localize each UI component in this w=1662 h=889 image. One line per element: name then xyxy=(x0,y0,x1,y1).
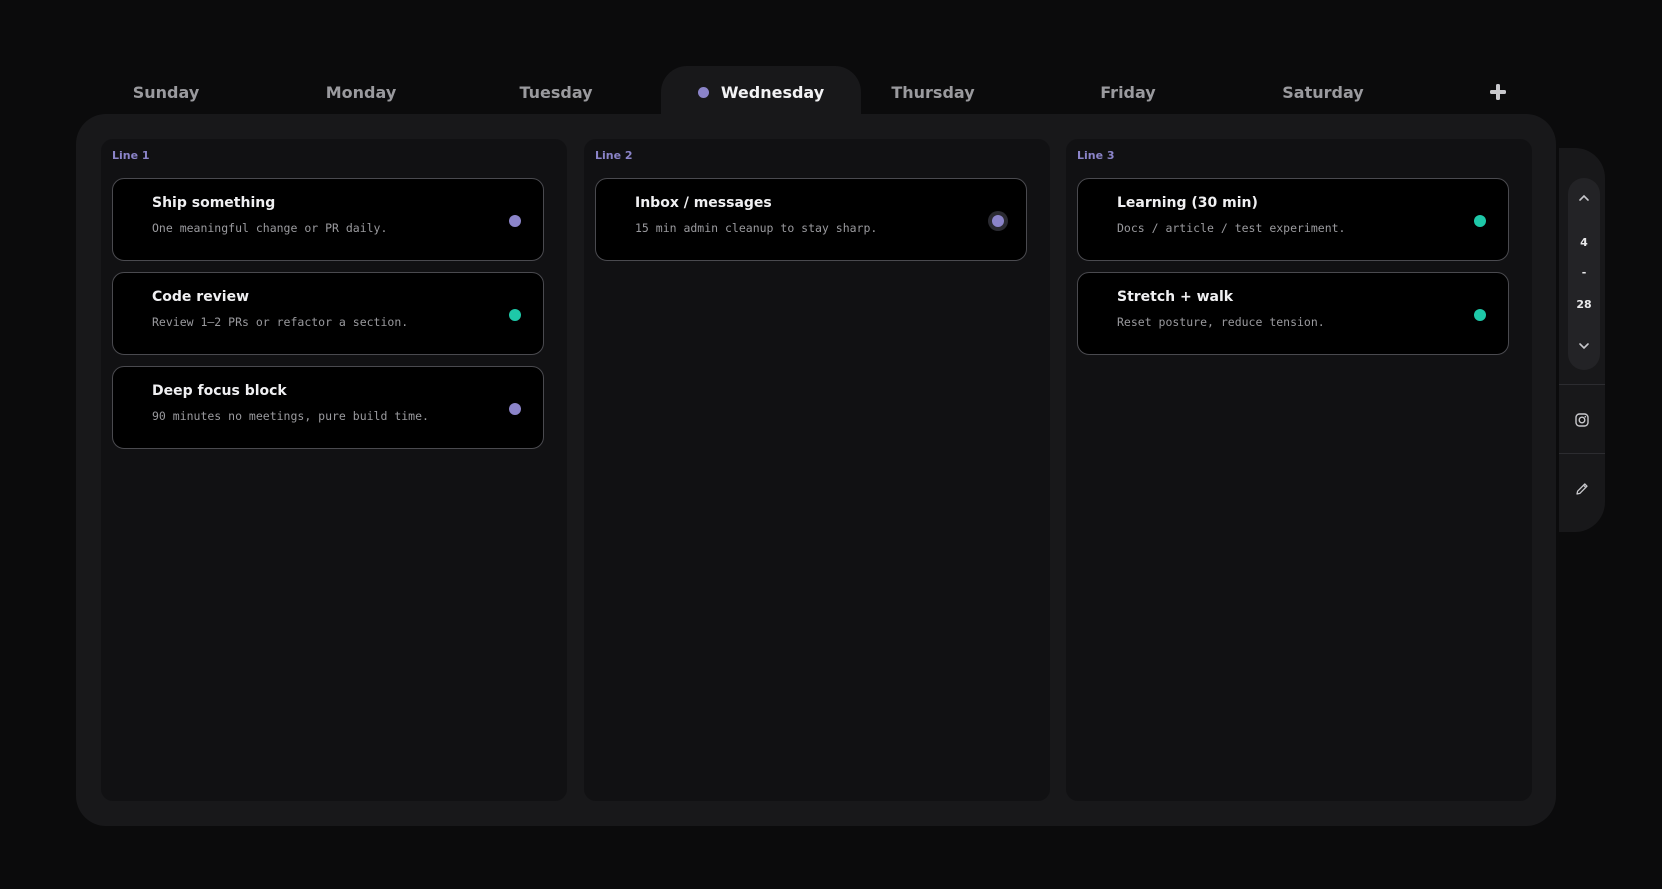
page-separator: - xyxy=(1581,266,1587,279)
column-label: Line 1 xyxy=(112,149,150,162)
column-label: Line 3 xyxy=(1077,149,1115,162)
column-label: Line 2 xyxy=(595,149,633,162)
task-title: Deep focus block xyxy=(152,383,287,399)
plus-icon xyxy=(1490,84,1506,100)
task-card[interactable]: Ship something One meaningful change or … xyxy=(112,178,544,261)
tab-label: Wednesday xyxy=(720,82,825,102)
tab-tuesday[interactable]: Tuesday xyxy=(466,66,646,118)
pencil-icon xyxy=(1576,483,1588,495)
column-line-1: Line 1 Ship something One meaningful cha… xyxy=(101,139,567,801)
task-card[interactable]: Stretch + walk Reset posture, reduce ten… xyxy=(1077,272,1509,355)
page-up-button[interactable] xyxy=(1568,184,1600,212)
divider xyxy=(1559,384,1605,385)
task-title: Stretch + walk xyxy=(1117,289,1234,305)
status-dot xyxy=(1474,215,1486,227)
status-dot xyxy=(509,215,521,227)
board: Line 1 Ship something One meaningful cha… xyxy=(76,114,1556,826)
active-day-indicator xyxy=(697,86,709,98)
tab-wednesday[interactable]: Wednesday xyxy=(661,66,861,118)
status-dot xyxy=(509,403,521,415)
add-day-button[interactable] xyxy=(1478,66,1518,118)
task-title: Inbox / messages xyxy=(635,195,772,211)
tab-sunday[interactable]: Sunday xyxy=(76,66,256,118)
tab-label: Tuesday xyxy=(519,82,593,102)
task-card[interactable]: Deep focus block 90 minutes no meetings,… xyxy=(112,366,544,449)
tab-label: Friday xyxy=(1100,82,1156,102)
tab-thursday[interactable]: Thursday xyxy=(843,66,1023,118)
status-dot xyxy=(509,309,521,321)
tab-saturday[interactable]: Saturday xyxy=(1233,66,1413,118)
status-dot xyxy=(1474,309,1486,321)
task-subtitle: Docs / article / test experiment. xyxy=(1117,221,1346,235)
tab-label: Sunday xyxy=(132,82,200,102)
page-start: 4 xyxy=(1580,236,1588,249)
page-down-button[interactable] xyxy=(1568,332,1600,360)
tab-label: Saturday xyxy=(1282,82,1364,102)
task-subtitle: Review 1–2 PRs or refactor a section. xyxy=(152,315,409,329)
task-subtitle: One meaningful change or PR daily. xyxy=(152,221,388,235)
chevron-down-icon xyxy=(1579,343,1589,350)
task-subtitle: Reset posture, reduce tension. xyxy=(1117,315,1325,329)
task-subtitle: 15 min admin cleanup to stay sharp. xyxy=(635,221,878,235)
task-title: Learning (30 min) xyxy=(1117,195,1258,211)
side-toolbar: 4 - 28 xyxy=(1559,148,1605,532)
instagram-icon xyxy=(1575,413,1589,427)
task-card[interactable]: Code review Review 1–2 PRs or refactor a… xyxy=(112,272,544,355)
column-line-3: Line 3 Learning (30 min) Docs / article … xyxy=(1066,139,1532,801)
tab-friday[interactable]: Friday xyxy=(1038,66,1218,118)
task-title: Code review xyxy=(152,289,250,305)
tab-monday[interactable]: Monday xyxy=(271,66,451,118)
column-line-2: Line 2 Inbox / messages 15 min admin cle… xyxy=(584,139,1050,801)
day-tabs: Sunday Monday Tuesday Wednesday Thursday… xyxy=(76,66,1542,118)
divider xyxy=(1559,453,1605,454)
chevron-up-icon xyxy=(1579,194,1589,201)
task-subtitle: 90 minutes no meetings, pure build time. xyxy=(152,409,429,423)
page-end: 28 xyxy=(1576,298,1592,311)
page-pager: 4 - 28 xyxy=(1568,178,1600,370)
tab-label: Monday xyxy=(325,82,397,102)
task-card[interactable]: Inbox / messages 15 min admin cleanup to… xyxy=(595,178,1027,261)
edit-button[interactable] xyxy=(1567,474,1597,504)
status-dot xyxy=(992,215,1004,227)
tab-label: Thursday xyxy=(891,82,975,102)
task-card[interactable]: Learning (30 min) Docs / article / test … xyxy=(1077,178,1509,261)
task-title: Ship something xyxy=(152,195,276,211)
instagram-button[interactable] xyxy=(1567,405,1597,435)
